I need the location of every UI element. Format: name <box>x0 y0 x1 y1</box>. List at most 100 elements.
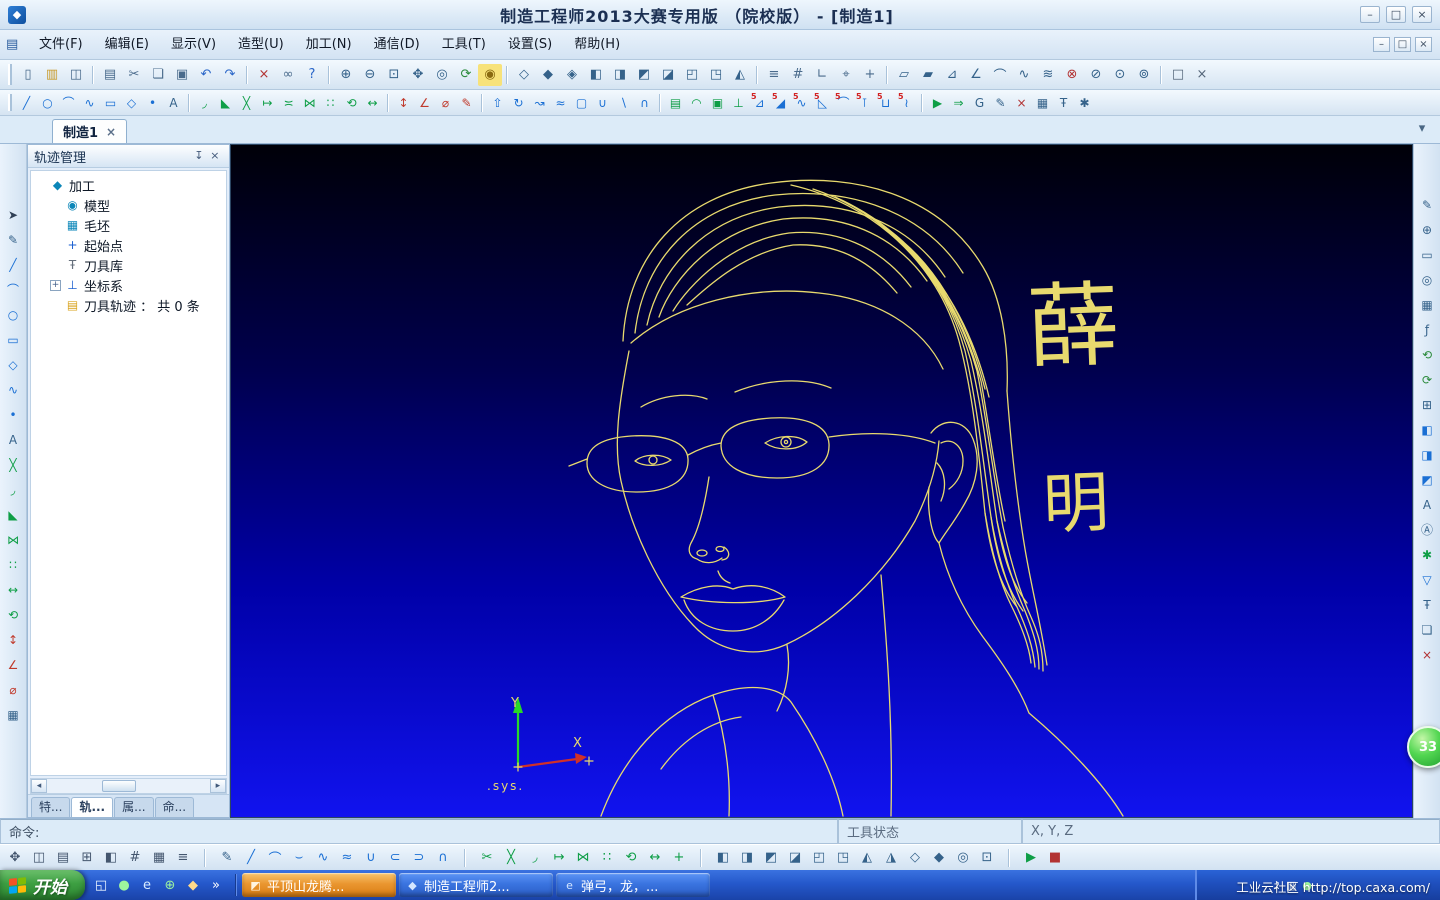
new-file[interactable]: ▯ <box>16 64 40 86</box>
half-bottom[interactable]: ◧ <box>99 847 123 869</box>
swarf-5axis[interactable]: ⌒ 5 <box>833 92 854 113</box>
open-file[interactable]: ▥ <box>40 64 64 86</box>
draw-polygon[interactable]: ◇ <box>121 93 142 113</box>
extend[interactable]: ↦ <box>257 93 278 113</box>
layers[interactable]: ≡ <box>762 64 786 86</box>
quicklaunch-desktop[interactable]: ◱ <box>91 875 111 895</box>
hidden-line-display[interactable]: ◈ <box>560 64 584 86</box>
wireframe-display[interactable]: ◇ <box>512 64 536 86</box>
view-front-b[interactable]: ◧ <box>711 847 735 869</box>
snap[interactable]: ⌖ <box>834 64 858 86</box>
fillet-tool[interactable]: ◞ <box>1 479 24 500</box>
drawing-canvas[interactable]: Y X .sys. 薛 明 <box>229 144 1414 818</box>
approx-b[interactable]: ≈ <box>335 847 359 869</box>
tool-surface[interactable]: ≋ <box>1036 64 1060 86</box>
tool-t[interactable]: Ŧ <box>1416 594 1439 615</box>
quicklaunch-more[interactable]: » <box>206 875 226 895</box>
hash-bottom[interactable]: # <box>123 847 147 869</box>
tree-expander-icon[interactable] <box>35 180 46 191</box>
angle-tool[interactable]: ∠ <box>1 654 24 675</box>
tree-item-blank[interactable]: ▦ 毛坯 <box>31 215 226 235</box>
zoom-all[interactable]: ◎ <box>430 64 454 86</box>
half-left[interactable]: ◧ <box>1416 419 1439 440</box>
trim[interactable]: ╳ <box>236 93 257 113</box>
target-view[interactable]: ◎ <box>1416 269 1439 290</box>
toolbar-grip[interactable] <box>8 64 12 85</box>
blade-5axis[interactable]: ≀ 5 <box>896 92 917 113</box>
tool-solid[interactable]: ▰ <box>916 64 940 86</box>
shell[interactable]: ▢ <box>571 93 592 113</box>
quicklaunch-messenger[interactable]: ● <box>114 875 134 895</box>
grid-view[interactable]: ▦ <box>1416 294 1439 315</box>
gcode[interactable]: G <box>969 93 990 113</box>
mdi-minimize-button[interactable]: – <box>1373 37 1390 52</box>
move-tool[interactable]: ↔ <box>1 579 24 600</box>
arc-tool[interactable]: ⌒ <box>1 279 24 300</box>
side-5axis[interactable]: ◺ 5 <box>812 92 833 113</box>
minimize-button[interactable]: – <box>1360 6 1380 23</box>
tree-expander-icon[interactable]: + <box>49 279 61 291</box>
mill-contour[interactable]: ◠ <box>686 93 707 113</box>
play-b[interactable]: ▶ <box>1019 847 1043 869</box>
cross-b[interactable]: ╳ <box>499 847 523 869</box>
scroll-left-icon[interactable]: ◂ <box>30 779 47 793</box>
close-small[interactable]: × <box>1416 644 1439 665</box>
tree-expander-icon[interactable] <box>50 300 61 311</box>
tool-ring[interactable]: ⊚ <box>1132 64 1156 86</box>
task-slingshot[interactable]: e 弹弓，龙，... <box>556 873 710 897</box>
dim-note[interactable]: ✎ <box>456 93 477 113</box>
mdi-restore-button[interactable]: □ <box>1394 37 1411 52</box>
subset-b[interactable]: ⊂ <box>383 847 407 869</box>
tree-expander-icon[interactable] <box>50 200 61 211</box>
rotate[interactable]: ⟲ <box>341 93 362 113</box>
menu-item[interactable]: 通信(D) <box>363 33 431 57</box>
mill-drill[interactable]: ⊥ <box>728 93 749 113</box>
plus-b[interactable]: + <box>667 847 691 869</box>
curve-5axis[interactable]: ∿ 5 <box>791 92 812 113</box>
function[interactable]: ƒ <box>1416 319 1439 340</box>
pan[interactable]: ✥ <box>406 64 430 86</box>
panel-tab-trajectory[interactable]: 轨... <box>71 797 114 817</box>
tree-expander-icon[interactable] <box>50 240 61 251</box>
shaded-display[interactable]: ◆ <box>536 64 560 86</box>
sheet-bottom[interactable]: ▤ <box>51 847 75 869</box>
tree-item-coordinate-system[interactable]: + ⊥ 坐标系 <box>31 275 226 295</box>
line-tool[interactable]: ╱ <box>1 254 24 275</box>
redo[interactable]: ↷ <box>218 64 242 86</box>
mirror-b[interactable]: ⋈ <box>571 847 595 869</box>
tab-close-icon[interactable]: × <box>106 125 116 139</box>
triangle-down[interactable]: ▽ <box>1416 569 1439 590</box>
move-b[interactable]: ↔ <box>643 847 667 869</box>
boolean-intersect[interactable]: ∩ <box>634 93 655 113</box>
view-back[interactable]: ◨ <box>608 64 632 86</box>
mirror[interactable]: ⋈ <box>299 93 320 113</box>
simulate[interactable]: ▶ <box>927 93 948 113</box>
quicklaunch-safety[interactable]: ⊕ <box>160 875 180 895</box>
zoom-fit-b[interactable]: ◎ <box>951 847 975 869</box>
stop-b[interactable]: ■ <box>1043 847 1067 869</box>
toolbar-grip[interactable] <box>8 93 12 112</box>
dim-tool[interactable]: ↕ <box>1 629 24 650</box>
menu-item[interactable]: 设置(S) <box>497 33 563 57</box>
trajectory-delete[interactable]: × <box>1011 93 1032 113</box>
copy-box[interactable]: ❏ <box>1416 619 1439 640</box>
settings-tool[interactable]: ✱ <box>1074 93 1095 113</box>
menu-item[interactable]: 加工(N) <box>295 33 363 57</box>
menu-item[interactable]: 文件(F) <box>28 33 94 57</box>
view-iso2-b[interactable]: ◮ <box>879 847 903 869</box>
extrude[interactable]: ⇧ <box>487 93 508 113</box>
panel-tab-feature[interactable]: 特... <box>30 797 71 817</box>
panel-tab-command[interactable]: 命... <box>154 797 195 817</box>
cut[interactable]: ✂ <box>122 64 146 86</box>
grid-bottom[interactable]: ⊞ <box>75 847 99 869</box>
superset-b[interactable]: ⊃ <box>407 847 431 869</box>
save-bottom[interactable]: ◫ <box>27 847 51 869</box>
draw-line[interactable]: ╱ <box>16 93 37 113</box>
arc-b[interactable]: ⌒ <box>263 847 287 869</box>
chamfer-tool[interactable]: ◣ <box>1 504 24 525</box>
tool-wave[interactable]: ∿ <box>1012 64 1036 86</box>
tree-item-model[interactable]: ◉ 模型 <box>31 195 226 215</box>
print[interactable]: ▤ <box>98 64 122 86</box>
undo[interactable]: ↶ <box>194 64 218 86</box>
tree-item-start-point[interactable]: + 起始点 <box>31 235 226 255</box>
